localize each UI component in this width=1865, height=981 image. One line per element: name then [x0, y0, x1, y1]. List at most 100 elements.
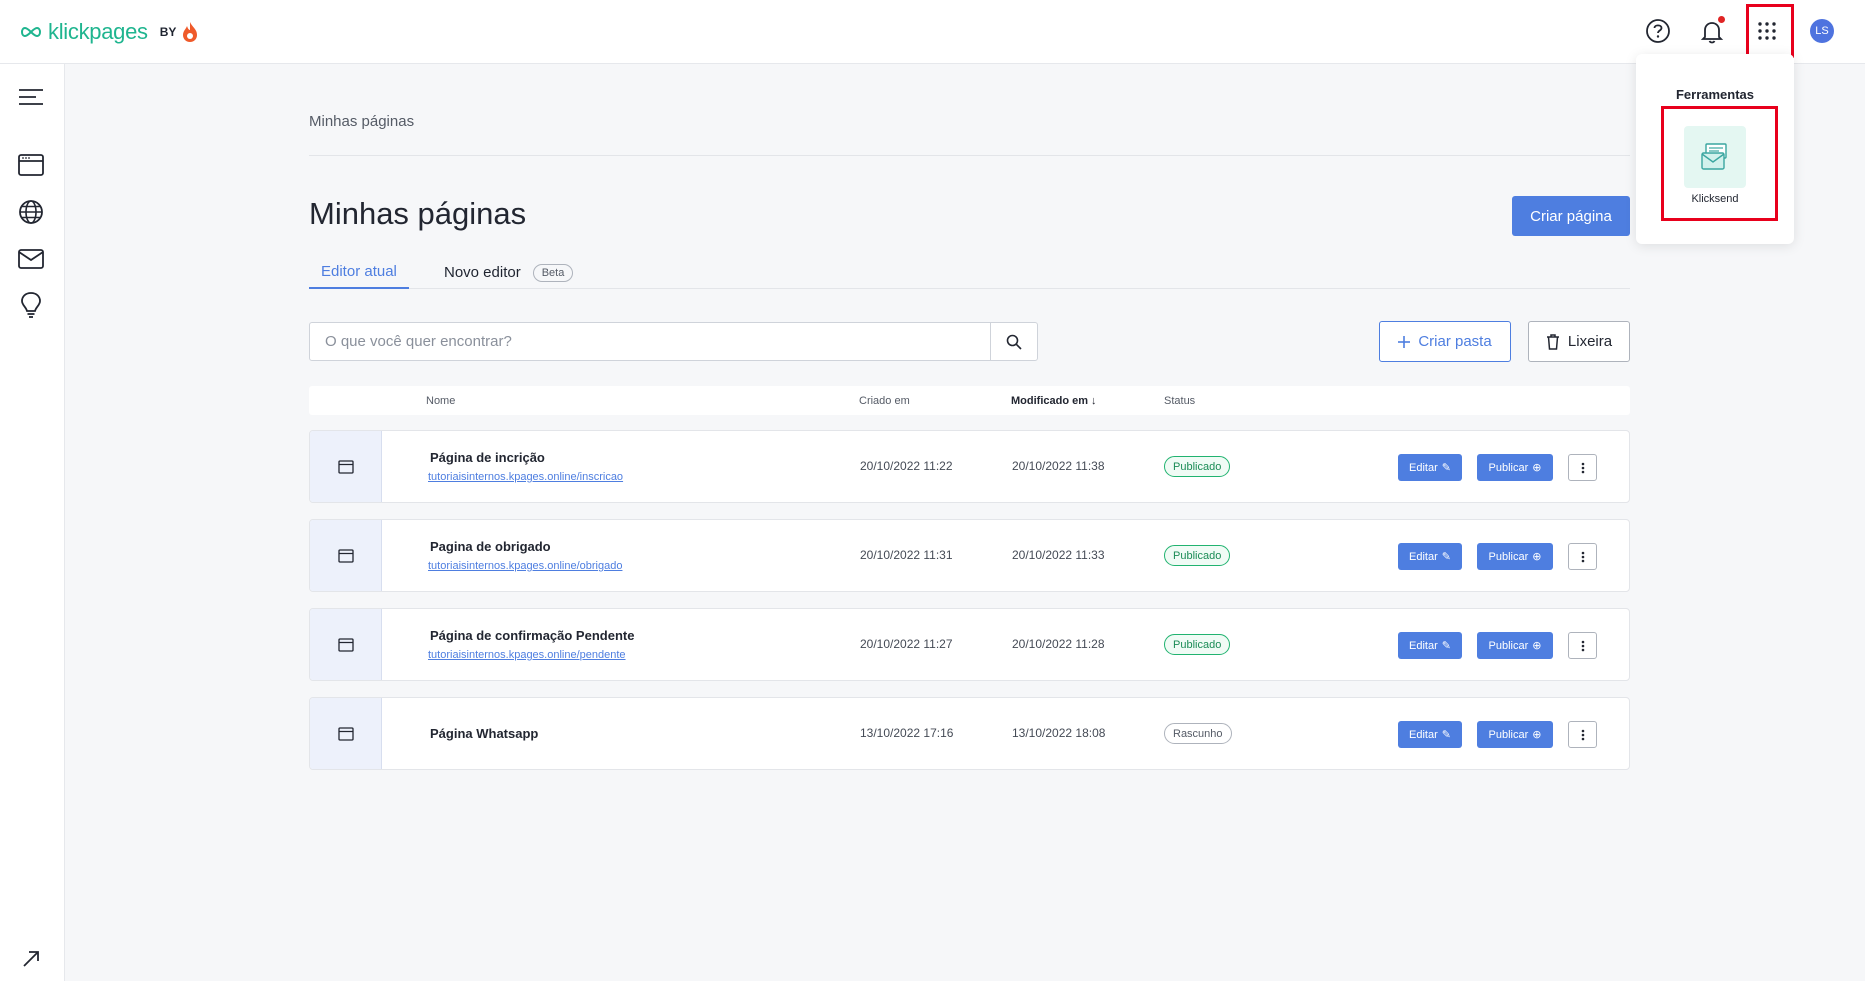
logo-text: klickpages: [48, 19, 148, 44]
status-badge: Publicado: [1164, 456, 1231, 477]
page-icon: [337, 637, 354, 652]
trash-icon: [1546, 333, 1559, 350]
table-row[interactable]: Pagina de obrigado tutoriaisinternos.kpa…: [309, 519, 1630, 592]
search-icon: [1006, 334, 1022, 350]
page-url[interactable]: tutoriaisinternos.kpages.online/inscrica…: [428, 471, 623, 483]
logo-by: BY: [159, 25, 177, 39]
search-input[interactable]: O que você quer encontrar?: [309, 322, 991, 361]
page-name[interactable]: Página de incrição: [430, 450, 545, 465]
modified-date: 13/10/2022 18:08: [1012, 726, 1106, 740]
menu-icon[interactable]: [17, 83, 45, 111]
page-thumbnail: [310, 520, 382, 591]
edit-label: Editar: [1409, 728, 1438, 741]
kebab-icon: [1581, 551, 1584, 562]
page-url[interactable]: tutoriaisinternos.kpages.online/obrigado: [428, 560, 622, 572]
kebab-icon: [1581, 462, 1584, 473]
tab-current-editor[interactable]: Editor atual: [309, 256, 409, 289]
flame-icon: [183, 22, 198, 42]
globe-small-icon: ⊕: [1532, 729, 1542, 741]
table-row[interactable]: Página de confirmação Pendente tutoriais…: [309, 608, 1630, 681]
publish-label: Publicar: [1488, 461, 1529, 474]
modified-date: 20/10/2022 11:38: [1012, 459, 1105, 473]
edit-button[interactable]: Editar ✎: [1398, 721, 1462, 748]
sidebar: [0, 64, 65, 981]
top-bar: klickpages BY LS: [0, 0, 1865, 64]
more-options-button[interactable]: [1568, 543, 1597, 570]
modified-date: 20/10/2022 11:28: [1012, 637, 1105, 651]
bell-icon[interactable]: [1697, 16, 1727, 46]
edit-label: Editar: [1409, 550, 1438, 563]
beta-badge: Beta: [532, 263, 574, 282]
status-badge: Rascunho: [1164, 723, 1232, 744]
edit-label: Editar: [1409, 639, 1438, 652]
created-date: 20/10/2022 11:22: [860, 459, 953, 473]
create-folder-label: Criar pasta: [1418, 333, 1492, 350]
mail-icon[interactable]: [17, 245, 45, 273]
trash-button[interactable]: Lixeira: [1528, 321, 1630, 362]
page-url[interactable]: tutoriaisinternos.kpages.online/pendente: [428, 649, 626, 661]
pencil-icon: ✎: [1441, 640, 1451, 652]
create-folder-button[interactable]: Criar pasta: [1379, 321, 1511, 362]
table-row[interactable]: Página de incrição tutoriaisinternos.kpa…: [309, 430, 1630, 503]
search-button[interactable]: [990, 322, 1038, 361]
publish-label: Publicar: [1488, 728, 1529, 741]
col-name[interactable]: Nome: [426, 395, 455, 407]
modified-date: 20/10/2022 11:33: [1012, 548, 1105, 562]
expand-icon[interactable]: [17, 945, 45, 973]
edit-button[interactable]: Editar ✎: [1398, 454, 1462, 481]
col-status[interactable]: Status: [1164, 395, 1195, 407]
dropdown-title: Ferramentas: [1675, 87, 1755, 102]
created-date: 20/10/2022 11:27: [860, 637, 953, 651]
help-icon[interactable]: [1643, 16, 1673, 46]
page-thumbnail: [310, 698, 382, 769]
avatar[interactable]: LS: [1810, 19, 1834, 43]
publish-label: Publicar: [1488, 550, 1529, 563]
lightbulb-icon[interactable]: [17, 291, 45, 319]
create-page-button[interactable]: Criar página: [1512, 196, 1630, 236]
col-created[interactable]: Criado em: [859, 395, 910, 407]
globe-icon[interactable]: [17, 198, 45, 226]
page-name[interactable]: Pagina de obrigado: [430, 539, 551, 554]
pencil-icon: ✎: [1441, 551, 1451, 563]
page-icon: [337, 726, 354, 741]
globe-small-icon: ⊕: [1532, 551, 1542, 563]
status-badge: Publicado: [1164, 545, 1231, 566]
plus-icon: [1398, 335, 1411, 348]
breadcrumb[interactable]: Minhas páginas: [309, 113, 414, 130]
status-badge: Publicado: [1164, 634, 1231, 655]
page-title: Minhas páginas: [309, 196, 527, 231]
tab-new-editor-label: Novo editor: [444, 264, 521, 281]
pencil-icon: ✎: [1441, 462, 1451, 474]
more-options-button[interactable]: [1568, 721, 1597, 748]
more-options-button[interactable]: [1568, 454, 1597, 481]
klickpages-logo[interactable]: klickpages BY: [20, 19, 198, 45]
publish-button[interactable]: Publicar ⊕: [1477, 632, 1553, 659]
publish-button[interactable]: Publicar ⊕: [1477, 721, 1553, 748]
kebab-icon: [1581, 729, 1584, 740]
page-thumbnail: [310, 609, 382, 680]
created-date: 20/10/2022 11:31: [860, 548, 953, 562]
pages-icon[interactable]: [17, 151, 45, 179]
table-header: Nome Criado em Modificado em ↓ Status: [309, 386, 1630, 415]
highlight-apps-box: [1746, 4, 1794, 58]
page-name[interactable]: Página de confirmação Pendente: [430, 628, 634, 643]
page-icon: [337, 459, 354, 474]
page-name[interactable]: Página Whatsapp: [430, 726, 538, 741]
globe-small-icon: ⊕: [1532, 640, 1542, 652]
publish-button[interactable]: Publicar ⊕: [1477, 454, 1553, 481]
kebab-icon: [1581, 640, 1584, 651]
tab-new-editor[interactable]: Novo editor Beta: [444, 256, 574, 289]
globe-small-icon: ⊕: [1532, 462, 1542, 474]
divider: [309, 155, 1630, 156]
created-date: 13/10/2022 17:16: [860, 726, 954, 740]
publish-label: Publicar: [1488, 639, 1529, 652]
more-options-button[interactable]: [1568, 632, 1597, 659]
publish-button[interactable]: Publicar ⊕: [1477, 543, 1553, 570]
pencil-icon: ✎: [1441, 729, 1451, 741]
col-modified[interactable]: Modificado em ↓: [1011, 395, 1097, 407]
page-icon: [337, 548, 354, 563]
highlight-klicksend-box: [1661, 106, 1778, 221]
edit-button[interactable]: Editar ✎: [1398, 632, 1462, 659]
edit-button[interactable]: Editar ✎: [1398, 543, 1462, 570]
table-row[interactable]: Página Whatsapp 13/10/2022 17:16 13/10/2…: [309, 697, 1630, 770]
